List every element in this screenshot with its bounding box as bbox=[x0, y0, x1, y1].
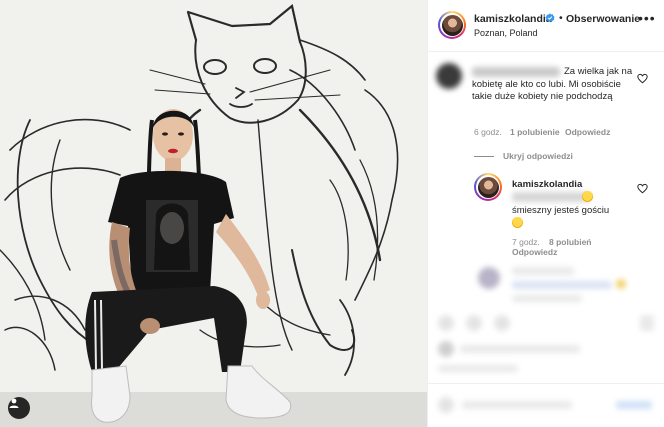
reply-author-avatar[interactable] bbox=[474, 173, 502, 201]
blurred-comment-action bbox=[466, 315, 482, 331]
blurred-emoji bbox=[616, 279, 626, 289]
comment-time[interactable]: 6 godz. bbox=[474, 127, 502, 137]
hide-replies-button[interactable]: Ukryj odpowiedzi bbox=[474, 151, 573, 161]
post-location[interactable]: Poznan, Poland bbox=[474, 28, 538, 38]
blurred-comment-line bbox=[512, 295, 582, 302]
photo-illustration bbox=[0, 4, 427, 427]
laughing-emoji-icon bbox=[512, 217, 523, 228]
blurred-comment-line bbox=[512, 281, 612, 289]
blurred-publish-button bbox=[616, 401, 652, 409]
post-photo[interactable] bbox=[0, 0, 427, 427]
blurred-liker-avatar bbox=[438, 341, 454, 357]
commenter-avatar[interactable] bbox=[436, 63, 462, 89]
reply-time[interactable]: 7 godz. bbox=[512, 237, 540, 247]
blurred-share-action bbox=[494, 315, 510, 331]
comment-reply-button[interactable]: Odpowiedz bbox=[565, 127, 610, 137]
comment-likes[interactable]: 1 polubienie bbox=[510, 127, 560, 137]
blurred-commenter-avatar bbox=[478, 267, 500, 289]
post-header: kamiszkolandia • Obserwowanie Poznan, Po… bbox=[428, 0, 664, 52]
author-avatar[interactable] bbox=[438, 11, 466, 39]
blurred-save-action bbox=[640, 315, 654, 331]
comment-text: Za wielka jak na kobietę ale kto co lubi… bbox=[472, 66, 633, 102]
like-heart-icon[interactable] bbox=[637, 183, 648, 194]
post-side-panel: kamiszkolandia • Obserwowanie Poznan, Po… bbox=[427, 0, 664, 427]
reply-likes[interactable]: 8 polubień bbox=[549, 237, 592, 247]
verified-badge-icon bbox=[545, 13, 555, 23]
blurred-emoji-picker bbox=[438, 397, 454, 413]
blurred-likes-line bbox=[460, 345, 580, 353]
blurred-date-line bbox=[438, 365, 518, 372]
blurred-comment-line bbox=[512, 267, 574, 275]
reply-text: śmieszny jesteś gościu bbox=[512, 205, 610, 216]
blurred-comment-input bbox=[462, 401, 572, 409]
reply-mention[interactable] bbox=[512, 192, 590, 202]
author-username[interactable]: kamiszkolandia bbox=[474, 13, 552, 25]
blurred-like-action bbox=[438, 315, 454, 331]
header-separator: • bbox=[559, 12, 563, 24]
divider bbox=[428, 383, 664, 384]
reply-author-username[interactable]: kamiszkolandia bbox=[512, 179, 582, 190]
person-icon bbox=[9, 398, 19, 408]
reply-reply-button[interactable]: Odpowiedz bbox=[512, 247, 557, 257]
like-heart-icon[interactable] bbox=[637, 73, 648, 84]
laughing-emoji-icon bbox=[582, 191, 593, 202]
comments-section: Za wielka jak na kobietę ale kto co lubi… bbox=[428, 53, 664, 427]
more-options-icon[interactable]: ••• bbox=[638, 10, 656, 26]
follow-button[interactable]: Obserwowanie bbox=[566, 13, 640, 25]
tagged-users-button[interactable] bbox=[8, 397, 30, 419]
